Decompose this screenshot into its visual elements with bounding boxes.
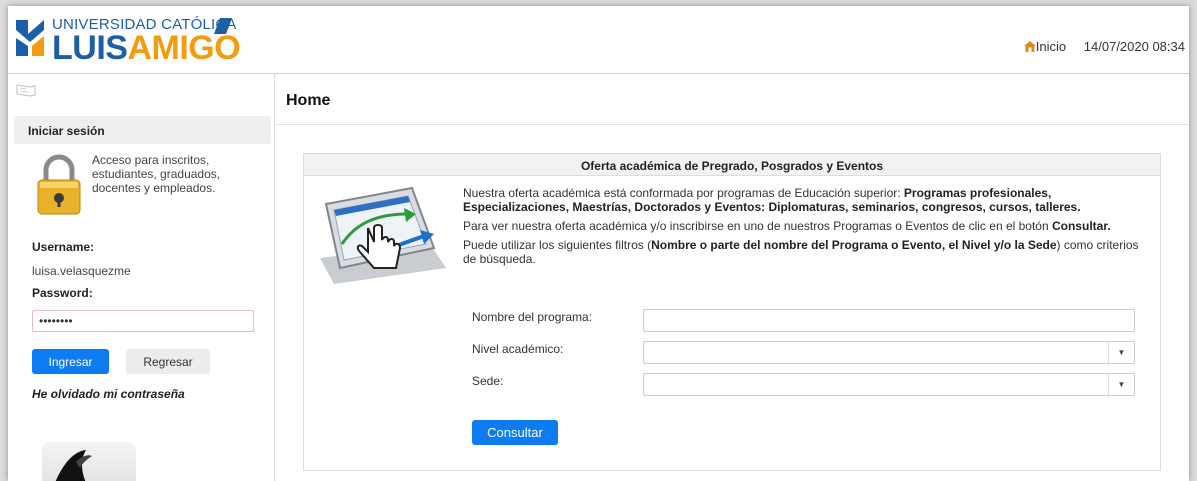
login-description: Acceso para inscritos, estudiantes, grad… (92, 153, 221, 195)
logo-text-luis: LUIS (52, 29, 128, 67)
password-label: Password: (32, 286, 93, 300)
home-icon (1023, 41, 1036, 52)
page-title: Home (286, 92, 331, 109)
program-name-input[interactable] (643, 309, 1135, 332)
academic-level-select[interactable]: ▼ (643, 341, 1135, 364)
logo-text-bottom: LUISAMIGO (52, 29, 241, 67)
forgot-password-link[interactable]: He olvidado mi contraseña (32, 387, 185, 401)
filters-paragraph: Puede utilizar los siguientes filtros (N… (463, 238, 1153, 266)
consultar-button[interactable]: Consultar (472, 420, 558, 445)
logo-text-amigo: AMIGO (127, 29, 241, 67)
avatar (42, 442, 136, 481)
title-divider (276, 124, 1189, 125)
academic-level-label: Nivel académico: (472, 342, 564, 356)
filters-text-a: Puede utilizar los siguientes filtros ( (463, 238, 652, 252)
sidebar: Iniciar sesión Acceso para inscritos, es… (8, 74, 275, 481)
panel-title: Oferta académica de Pregrado, Posgrados … (304, 154, 1160, 176)
app-window: UNIVERSIDAD CATÓLICA LUISAMIGO Inicio 14… (8, 6, 1189, 481)
program-name-label: Nombre del programa: (472, 310, 593, 324)
lock-icon (37, 154, 81, 215)
offer-paragraph: Nuestra oferta académica está conformada… (463, 186, 1153, 214)
back-button[interactable]: Regresar (126, 349, 210, 374)
campus-label: Sede: (472, 374, 504, 388)
current-datetime: 14/07/2020 08:34 (1083, 39, 1185, 54)
home-link-label: Inicio (1035, 39, 1067, 54)
login-section-title: Iniciar sesión (14, 116, 271, 144)
panel-description: Nuestra oferta académica está conformada… (463, 186, 1153, 271)
instruction-text: Para ver nuestra oferta académica y/o in… (463, 219, 1052, 233)
offer-text: Nuestra oferta académica está conformada… (463, 186, 904, 200)
instruction-paragraph: Para ver nuestra oferta académica y/o in… (463, 219, 1153, 233)
password-field[interactable] (32, 310, 254, 332)
logo-mark-icon (16, 20, 44, 56)
home-link[interactable]: Inicio (1023, 39, 1070, 54)
chevron-down-icon[interactable]: ▼ (1108, 374, 1134, 395)
monitor-click-icon (320, 186, 446, 284)
filters-bold: Nombre o parte del nombre del Programa o… (651, 238, 1057, 252)
username-value: luisa.velasquezme (32, 264, 131, 278)
academic-offer-panel: Oferta académica de Pregrado, Posgrados … (303, 153, 1161, 471)
chevron-down-icon[interactable]: ▼ (1108, 342, 1134, 363)
consultar-bold: Consultar. (1051, 219, 1111, 233)
campus-select[interactable]: ▼ (643, 373, 1135, 396)
university-logo[interactable]: UNIVERSIDAD CATÓLICA LUISAMIGO (14, 14, 244, 70)
flag-icon[interactable] (16, 84, 36, 98)
avatar-silhouette-icon (55, 450, 92, 481)
username-label: Username: (32, 240, 95, 254)
top-right-info: Inicio 14/07/2020 08:34 (1023, 39, 1185, 54)
main-content: Home Oferta académica de Pregrado, Posgr… (276, 74, 1189, 481)
top-bar: UNIVERSIDAD CATÓLICA LUISAMIGO Inicio 14… (8, 6, 1189, 74)
login-button[interactable]: Ingresar (32, 349, 109, 374)
